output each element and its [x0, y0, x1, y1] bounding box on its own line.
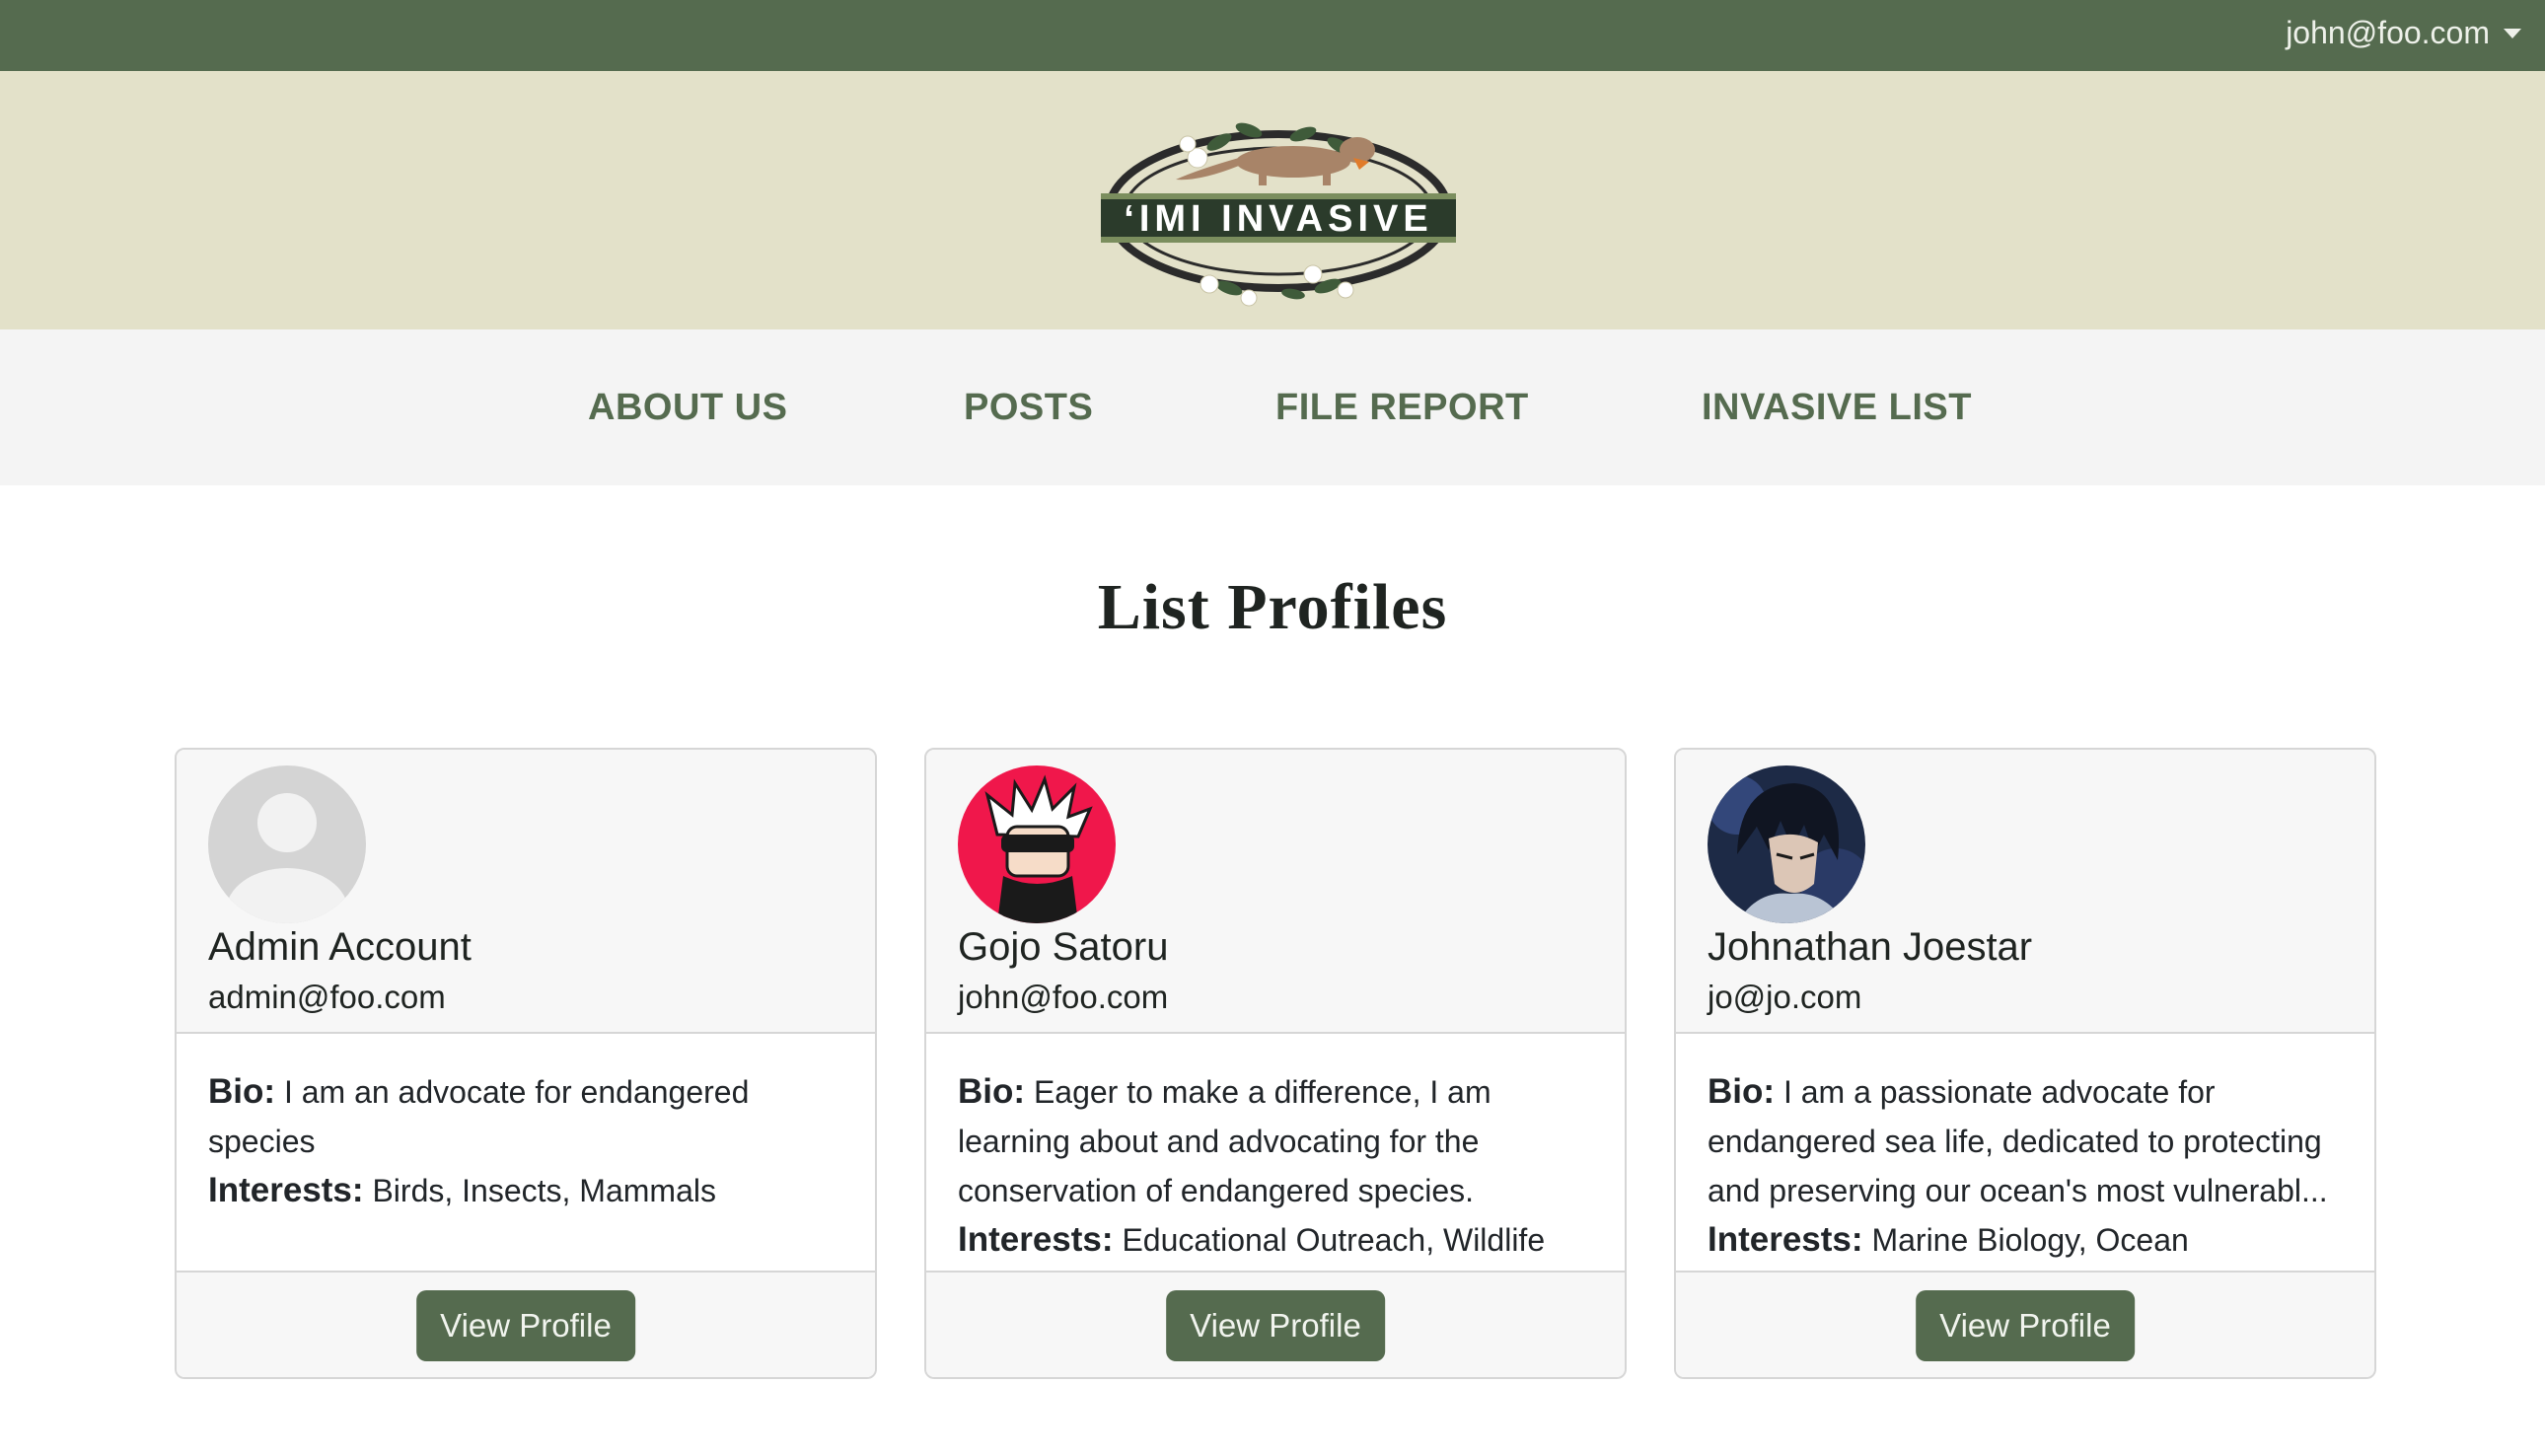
card-header: Johnathan Joestar jo@jo.com [1676, 750, 2374, 1034]
profile-card: Johnathan Joestar jo@jo.com Bio: I am a … [1674, 748, 2376, 1379]
interests-label: Interests: [958, 1220, 1114, 1259]
card-body: Bio: I am a passionate advocate for enda… [1676, 1034, 2374, 1273]
profile-name: Gojo Satoru [958, 925, 1169, 969]
site-logo[interactable]: ‘IMI INVASIVE [1081, 101, 1476, 313]
top-bar: john@foo.com [0, 0, 2545, 71]
nav-file-report[interactable]: FILE REPORT [1275, 329, 1529, 485]
interests-row: Interests: Educational Outreach, Wildlif… [958, 1215, 1593, 1265]
bio-row: Bio: Eager to make a difference, I am le… [958, 1067, 1593, 1215]
interests-label: Interests: [1708, 1220, 1863, 1259]
interests-label: Interests: [208, 1171, 364, 1209]
view-profile-button[interactable]: View Profile [416, 1290, 635, 1361]
anime-character-avatar [958, 765, 1116, 923]
profile-card: Admin Account admin@foo.com Bio: I am an… [175, 748, 877, 1379]
bio-row: Bio: I am a passionate advocate for enda… [1708, 1067, 2343, 1215]
bio-row: Bio: I am an advocate for endangered spe… [208, 1067, 843, 1166]
card-footer: View Profile [177, 1273, 875, 1377]
card-body: Bio: Eager to make a difference, I am le… [926, 1034, 1625, 1273]
main-nav: ABOUT US POSTS FILE REPORT INVASIVE LIST [0, 329, 2545, 485]
nav-posts[interactable]: POSTS [964, 329, 1093, 485]
interests-text: Marine Biology, Ocean [1871, 1222, 2189, 1258]
view-profile-button[interactable]: View Profile [1166, 1290, 1385, 1361]
card-footer: View Profile [926, 1273, 1625, 1377]
anime-character-avatar [1708, 765, 1865, 923]
nav-about-us[interactable]: ABOUT US [588, 329, 787, 485]
profile-name: Admin Account [208, 925, 472, 969]
banner: ‘IMI INVASIVE [0, 71, 2545, 329]
user-email[interactable]: john@foo.com [2286, 15, 2490, 51]
card-header: Admin Account admin@foo.com [177, 750, 875, 1034]
nav-invasive-list[interactable]: INVASIVE LIST [1702, 329, 1972, 485]
bio-label: Bio: [1708, 1072, 1776, 1111]
profile-email: jo@jo.com [1708, 979, 1862, 1015]
chevron-down-icon[interactable] [2504, 29, 2521, 38]
profile-card: Gojo Satoru john@foo.com Bio: Eager to m… [924, 748, 1627, 1379]
profile-email: john@foo.com [958, 979, 1169, 1015]
profile-name: Johnathan Joestar [1708, 925, 2033, 969]
bio-text: I am an advocate for endangered species [208, 1074, 750, 1159]
user-menu-dropdown[interactable]: john@foo.com [2286, 0, 2521, 65]
default-avatar-icon [208, 765, 366, 923]
interests-row: Interests: Birds, Insects, Mammals [208, 1166, 843, 1215]
bio-text: Eager to make a difference, I am learnin… [958, 1074, 1491, 1208]
card-body: Bio: I am an advocate for endangered spe… [177, 1034, 875, 1273]
page-title: List Profiles [1097, 571, 1448, 643]
interests-row: Interests: Marine Biology, Ocean [1708, 1215, 2343, 1265]
card-header: Gojo Satoru john@foo.com [926, 750, 1625, 1034]
profile-email: admin@foo.com [208, 979, 446, 1015]
view-profile-button[interactable]: View Profile [1916, 1290, 2135, 1361]
interests-text: Educational Outreach, Wildlife [1122, 1222, 1546, 1258]
bio-text: I am a passionate advocate for endangere… [1708, 1074, 2328, 1208]
svg-text:‘IMI INVASIVE: ‘IMI INVASIVE [1124, 198, 1432, 240]
bio-label: Bio: [208, 1072, 276, 1111]
interests-text: Birds, Insects, Mammals [372, 1173, 716, 1208]
bio-label: Bio: [958, 1072, 1026, 1111]
card-footer: View Profile [1676, 1273, 2374, 1377]
